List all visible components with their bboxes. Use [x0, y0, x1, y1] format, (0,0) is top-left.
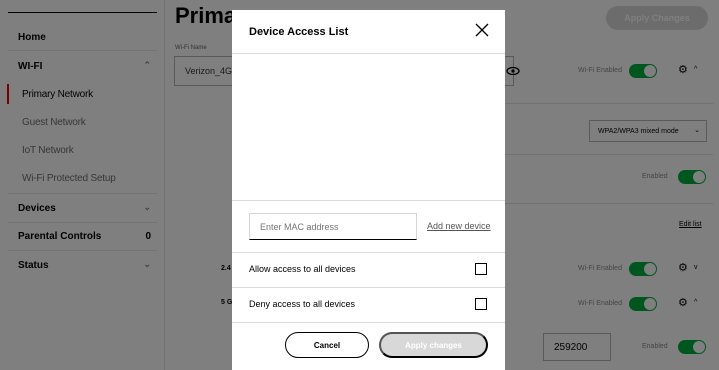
- dialog-divider: [232, 200, 505, 201]
- dialog-footer-divider: [232, 322, 505, 323]
- dialog-title: Device Access List: [249, 26, 349, 38]
- dialog-header-divider: [232, 53, 505, 54]
- apply-changes-dialog-button[interactable]: Apply changes: [379, 332, 488, 358]
- allow-all-label: Allow access to all devices: [249, 264, 356, 274]
- cancel-button[interactable]: Cancel: [285, 332, 369, 358]
- deny-all-label: Deny access to all devices: [249, 299, 356, 309]
- dialog-divider: [232, 252, 505, 253]
- mac-address-input[interactable]: [249, 213, 417, 240]
- allow-all-checkbox[interactable]: [475, 263, 487, 275]
- deny-all-checkbox[interactable]: [475, 298, 487, 310]
- dialog-divider: [232, 287, 505, 288]
- add-new-device-link[interactable]: Add new device: [427, 221, 491, 231]
- device-access-list-dialog: Device Access List Add new device Allow …: [232, 10, 505, 370]
- close-icon[interactable]: [472, 20, 492, 40]
